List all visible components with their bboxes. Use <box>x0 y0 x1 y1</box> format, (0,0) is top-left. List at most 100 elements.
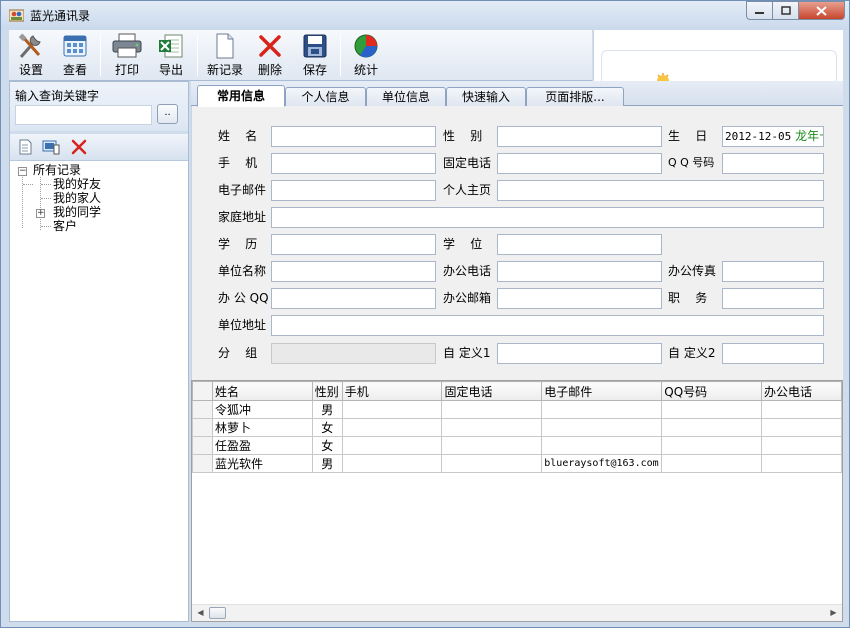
phone-field[interactable] <box>497 153 662 174</box>
column-header[interactable]: 电子邮件 <box>541 381 663 401</box>
table-cell[interactable]: 蓝光软件 <box>211 454 313 473</box>
education-field[interactable] <box>271 234 436 255</box>
statistics-button[interactable]: 统计 <box>344 33 388 79</box>
new-record-button[interactable]: 新记录 <box>203 33 247 79</box>
table-cell[interactable]: 令狐冲 <box>211 400 313 419</box>
save-button[interactable]: 保存 <box>293 33 337 79</box>
table-cell[interactable] <box>761 400 842 419</box>
tab-company-info[interactable]: 单位信息 <box>366 87 446 107</box>
custom2-field[interactable] <box>722 343 824 364</box>
email-field[interactable] <box>271 180 436 201</box>
table-cell[interactable]: blueraysoft@163.com <box>541 454 663 473</box>
row-header[interactable] <box>192 418 213 437</box>
tools-icon <box>18 33 41 58</box>
settings-button[interactable]: 设置 <box>9 33 53 79</box>
office-fax-field[interactable] <box>722 261 824 282</box>
table-cell[interactable] <box>541 418 663 437</box>
maximize-button[interactable] <box>773 1 799 20</box>
table-row[interactable]: 任盈盈 女 <box>192 436 842 455</box>
column-header[interactable]: 办公电话 <box>761 381 842 401</box>
tab-page-layout[interactable]: 页面排版... <box>526 87 624 107</box>
table-cell[interactable] <box>541 436 663 455</box>
tree-node-all-records[interactable]: 所有记录 <box>33 163 81 177</box>
search-input[interactable] <box>15 105 152 125</box>
degree-field[interactable] <box>497 234 662 255</box>
group-field[interactable] <box>271 343 436 364</box>
view-button[interactable]: 查看 <box>53 33 97 79</box>
column-header[interactable]: 固定电话 <box>441 381 543 401</box>
table-cell[interactable]: 女 <box>311 436 343 455</box>
table-cell[interactable] <box>341 418 443 437</box>
tree-node-family[interactable]: 我的家人 <box>53 191 101 205</box>
office-email-field[interactable] <box>497 288 662 309</box>
table-cell[interactable] <box>441 454 543 473</box>
table-cell[interactable] <box>341 436 443 455</box>
minimize-button[interactable] <box>746 1 773 20</box>
search-button[interactable]: .. <box>157 104 178 124</box>
tree-node-classmates[interactable]: 我的同学 <box>53 205 101 219</box>
new-group-icon[interactable] <box>16 139 34 155</box>
table-cell[interactable] <box>761 418 842 437</box>
search-area: 输入查询关键字 .. <box>10 82 188 131</box>
office-qq-field[interactable] <box>271 288 436 309</box>
table-cell[interactable] <box>341 400 443 419</box>
table-cell[interactable] <box>341 454 443 473</box>
office-phone-field[interactable] <box>497 261 662 282</box>
table-row[interactable]: 令狐冲 男 <box>192 400 842 419</box>
tab-common-info[interactable]: 常用信息 <box>197 85 285 107</box>
horizontal-scrollbar[interactable]: ◀ ▶ <box>192 604 842 621</box>
scroll-left-icon[interactable]: ◀ <box>192 605 209 621</box>
table-cell[interactable]: 女 <box>311 418 343 437</box>
table-cell[interactable] <box>441 418 543 437</box>
table-cell[interactable] <box>441 400 543 419</box>
print-button[interactable]: 打印 <box>105 33 149 79</box>
table-cell[interactable] <box>661 454 763 473</box>
table-cell[interactable] <box>661 400 763 419</box>
qq-field[interactable] <box>722 153 824 174</box>
expand-toggle[interactable]: + <box>36 209 45 218</box>
name-field[interactable] <box>271 126 436 147</box>
row-header[interactable] <box>192 400 213 419</box>
table-cell[interactable] <box>761 454 842 473</box>
position-field[interactable] <box>722 288 824 309</box>
company-field[interactable] <box>271 261 436 282</box>
gender-field[interactable] <box>497 126 662 147</box>
table-cell[interactable] <box>661 436 763 455</box>
birthday-field[interactable]: 2012-12-05 龙年十 <box>722 126 824 147</box>
tree-node-friends[interactable]: 我的好友 <box>53 177 101 191</box>
home-address-field[interactable] <box>271 207 824 228</box>
company-address-field[interactable] <box>271 315 824 336</box>
collapse-toggle[interactable]: − <box>18 167 27 176</box>
row-header[interactable] <box>192 436 213 455</box>
custom1-field[interactable] <box>497 343 662 364</box>
mobile-field[interactable] <box>271 153 436 174</box>
table-cell[interactable]: 林萝卜 <box>211 418 313 437</box>
column-header[interactable]: 姓名 <box>211 381 313 401</box>
table-cell[interactable]: 男 <box>311 400 343 419</box>
edit-group-icon[interactable] <box>42 139 60 155</box>
column-header[interactable]: 手机 <box>341 381 443 401</box>
table-cell[interactable] <box>661 418 763 437</box>
tree-node-customers[interactable]: 客户 <box>53 219 77 233</box>
homepage-field[interactable] <box>497 180 824 201</box>
tab-quick-input[interactable]: 快速输入 <box>446 87 526 107</box>
table-row[interactable]: 蓝光软件 男 blueraysoft@163.com <box>192 454 842 473</box>
column-header[interactable]: QQ号码 <box>661 381 763 401</box>
tab-personal-info[interactable]: 个人信息 <box>285 87 366 107</box>
scroll-right-icon[interactable]: ▶ <box>825 605 842 621</box>
scroll-thumb[interactable] <box>209 607 226 619</box>
row-header[interactable] <box>192 454 213 473</box>
table-cell[interactable] <box>441 436 543 455</box>
position-label: 职 务 <box>668 291 708 305</box>
table-cell[interactable]: 男 <box>311 454 343 473</box>
delete-button[interactable]: 删除 <box>248 33 292 79</box>
table-cell[interactable] <box>541 400 663 419</box>
table-cell[interactable]: 任盈盈 <box>211 436 313 455</box>
delete-group-icon[interactable] <box>70 139 88 155</box>
close-button[interactable] <box>799 1 845 20</box>
custom1-label: 自 定义1 <box>443 346 491 360</box>
table-row[interactable]: 林萝卜 女 <box>192 418 842 437</box>
table-cell[interactable] <box>761 436 842 455</box>
column-header[interactable]: 性别 <box>311 381 343 401</box>
export-button[interactable]: 导出 <box>149 33 193 79</box>
